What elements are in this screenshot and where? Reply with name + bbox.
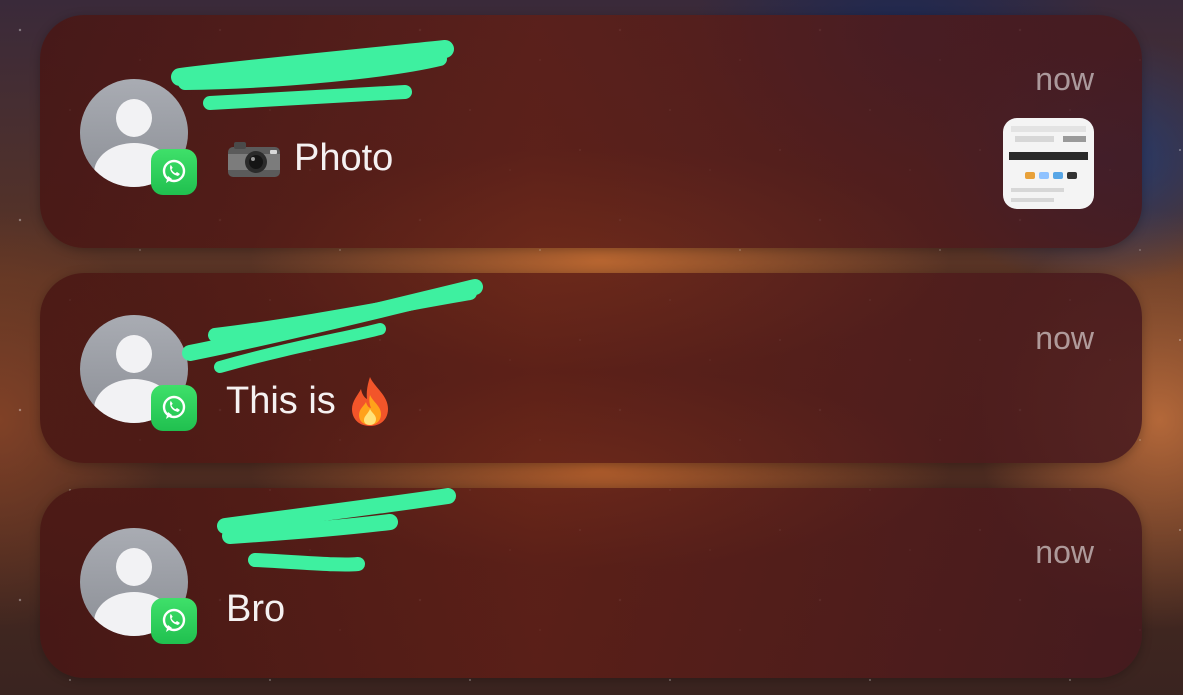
- message-preview: This is: [226, 375, 392, 427]
- timestamp: now: [1035, 534, 1094, 570]
- photo-thumbnail[interactable]: [1003, 118, 1094, 209]
- message-preview: Bro: [226, 588, 285, 631]
- whatsapp-icon: [151, 598, 197, 644]
- sender-name: [226, 79, 406, 111]
- message-text: Photo: [294, 137, 394, 179]
- message-preview: Photo: [226, 137, 393, 180]
- message-text: This is: [226, 379, 336, 422]
- sender-name: [226, 321, 406, 353]
- notification-card-1[interactable]: now Photo: [40, 15, 1142, 248]
- notification-card-3[interactable]: now Bro: [40, 488, 1142, 678]
- whatsapp-icon: [151, 149, 197, 195]
- message-text: Bro: [226, 588, 286, 630]
- camera-emoji-icon: [228, 141, 280, 177]
- sender-name: [226, 534, 406, 566]
- fire-emoji-icon: [351, 377, 388, 426]
- notification-card-2[interactable]: now This is: [40, 273, 1142, 463]
- timestamp: now: [1035, 61, 1094, 97]
- timestamp: now: [1035, 320, 1094, 356]
- whatsapp-icon: [151, 385, 197, 431]
